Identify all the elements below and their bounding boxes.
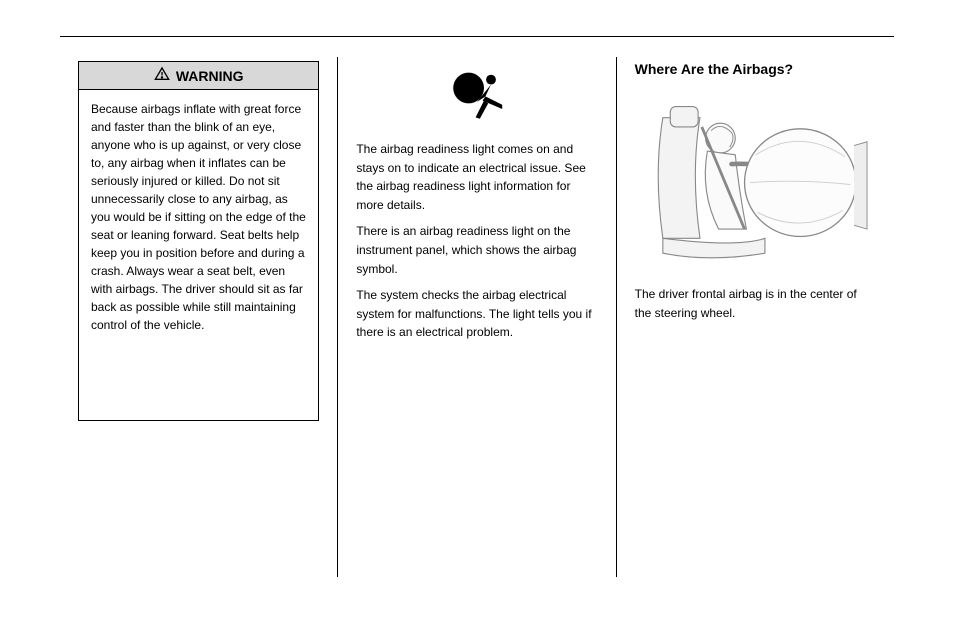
content-columns: WARNING Because airbags inflate with gre… [60,57,894,577]
caution-triangle-icon [154,66,170,85]
warning-body-text: Because airbags inflate with great force… [79,90,318,420]
column-1: WARNING Because airbags inflate with gre… [60,57,337,577]
column-2-text: The airbag readiness light comes on and … [356,140,597,342]
top-rule [60,36,894,37]
illustration-caption: The driver frontal airbag is in the cent… [635,285,876,322]
column-3: Where Are the Airbags? [616,57,894,577]
warning-box: WARNING Because airbags inflate with gre… [78,61,319,421]
warning-header: WARNING [79,62,318,90]
column-2: The airbag readiness light comes on and … [337,57,615,577]
col2-para-0: The airbag readiness light comes on and … [356,140,597,214]
col2-para-1: There is an airbag readiness light on th… [356,222,597,278]
airbag-illustration [635,83,876,273]
section-heading: Where Are the Airbags? [635,61,876,77]
col2-para-2: The system checks the airbag electrical … [356,286,597,342]
manual-page: WARNING Because airbags inflate with gre… [0,0,954,597]
warning-label: WARNING [176,68,244,84]
column-3-text: The driver frontal airbag is in the cent… [635,285,876,322]
airbag-symbol [356,67,597,128]
airbag-icon [442,67,512,123]
